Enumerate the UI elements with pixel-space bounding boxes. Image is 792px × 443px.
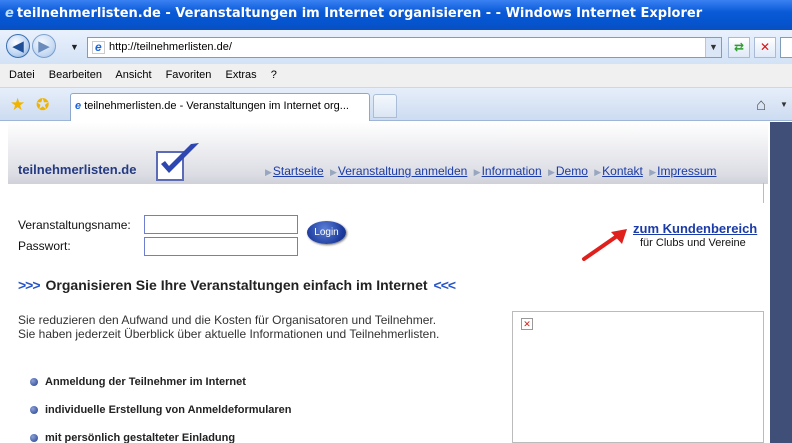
new-tab-button[interactable] <box>373 94 397 118</box>
forward-arrow-icon: ▶ <box>38 38 50 55</box>
site-nav: ▶Startseite ▶Veranstaltung anmelden ▶Inf… <box>262 164 716 178</box>
menu-favoriten[interactable]: Favoriten <box>166 69 212 81</box>
menu-ansicht[interactable]: Ansicht <box>115 69 151 81</box>
nav-demo[interactable]: Demo <box>556 164 588 178</box>
bullet-icon <box>30 378 38 387</box>
add-favorite-icon[interactable]: ✪ <box>36 95 49 115</box>
nav-arrow-icon: ▶ <box>594 167 602 177</box>
page-right-border <box>770 122 792 443</box>
event-name-input[interactable] <box>144 215 298 234</box>
nav-arrow-icon: ▶ <box>473 167 481 177</box>
site-logo[interactable]: teilnehmerlisten.de <box>18 162 136 177</box>
nav-arrow-icon: ▶ <box>547 167 555 177</box>
list-item: mit persönlich gestalteter Einladung <box>30 432 235 443</box>
nav-startseite[interactable]: Startseite <box>273 164 324 178</box>
menu-datei[interactable]: Datei <box>9 69 35 81</box>
window-title: teilnehmerlisten.de - Veranstaltungen im… <box>16 6 703 21</box>
nav-kontakt[interactable]: Kontakt <box>602 164 643 178</box>
intro-line-2: Sie haben jederzeit Überblick über aktue… <box>18 327 440 341</box>
nav-impressum[interactable]: Impressum <box>657 164 716 178</box>
page-headline: >>> Organisieren Sie Ihre Veranstaltungen… <box>18 277 461 293</box>
page-icon: e <box>92 40 105 54</box>
bullet-icon <box>30 406 38 415</box>
url-text: http://teilnehmerlisten.de/ <box>109 41 232 53</box>
list-item: individuelle Erstellung von Anmeldeformu… <box>30 404 292 416</box>
bullet-icon <box>30 434 38 443</box>
window-titlebar: e teilnehmerlisten.de - Veranstaltungen i… <box>0 0 792 30</box>
search-field[interactable] <box>780 37 792 58</box>
refresh-button[interactable]: ⇄ <box>728 37 750 58</box>
menu-extras[interactable]: Extras <box>225 69 256 81</box>
login-button[interactable]: Login <box>307 221 346 244</box>
nav-buttons: ◀ ▶ <box>6 34 66 60</box>
logo-checkmark-icon <box>156 143 199 181</box>
menu-bar: Datei Bearbeiten Ansicht Favoriten Extra… <box>0 64 792 88</box>
nav-veranstaltung-anmelden[interactable]: Veranstaltung anmelden <box>338 164 467 178</box>
nav-information[interactable]: Information <box>482 164 542 178</box>
back-button[interactable]: ◀ <box>6 34 30 58</box>
nav-arrow-icon: ▶ <box>329 167 337 177</box>
list-item: Anmeldung der Teilnehmer im Internet <box>30 376 246 388</box>
url-field[interactable]: e http://teilnehmerlisten.de/ ▼ <box>87 37 722 58</box>
event-name-label: Veranstaltungsname: <box>18 218 131 232</box>
red-arrow-icon <box>582 229 627 261</box>
stop-button[interactable]: ✕ <box>754 37 776 58</box>
password-input[interactable] <box>144 237 298 256</box>
history-dropdown-icon[interactable]: ▼ <box>70 42 79 52</box>
favorites-star-icon[interactable]: ★ <box>10 95 25 115</box>
intro-line-1: Sie reduzieren den Aufwand und die Koste… <box>18 313 437 327</box>
image-frame <box>512 311 764 443</box>
url-dropdown-icon[interactable]: ▼ <box>705 38 721 57</box>
menu-help[interactable]: ? <box>271 69 277 81</box>
customer-area-subtitle: für Clubs und Vereine <box>640 237 746 249</box>
customer-area-link[interactable]: zum Kundenbereich <box>633 221 757 236</box>
stop-icon: ✕ <box>759 40 771 54</box>
tab-ie-icon: e <box>75 100 82 112</box>
password-label: Passwort: <box>18 239 71 253</box>
headline-arrows-right: <<< <box>433 277 457 293</box>
refresh-icon: ⇄ <box>733 40 745 54</box>
forward-button[interactable]: ▶ <box>32 34 56 58</box>
tab-active[interactable]: e teilnehmerlisten.de - Veranstaltungen … <box>70 93 370 121</box>
headline-text: Organisieren Sie Ihre Veranstaltungen ei… <box>45 277 428 293</box>
broken-image-icon: ✕ <box>521 318 533 330</box>
home-icon[interactable]: ⌂ <box>756 95 766 115</box>
nav-arrow-icon: ▶ <box>649 167 657 177</box>
tab-label: teilnehmerlisten.de - Veranstaltungen im… <box>84 100 349 112</box>
header-divider <box>763 183 764 203</box>
nav-arrow-icon: ▶ <box>265 167 272 177</box>
headline-arrows-left: >>> <box>18 277 41 293</box>
ie-logo-icon: e <box>5 6 14 21</box>
home-dropdown-icon[interactable]: ▼ <box>780 100 788 109</box>
back-arrow-icon: ◀ <box>12 38 24 55</box>
intro-text: Sie reduzieren den Aufwand und die Koste… <box>18 313 439 341</box>
menu-bearbeiten[interactable]: Bearbeiten <box>49 69 102 81</box>
